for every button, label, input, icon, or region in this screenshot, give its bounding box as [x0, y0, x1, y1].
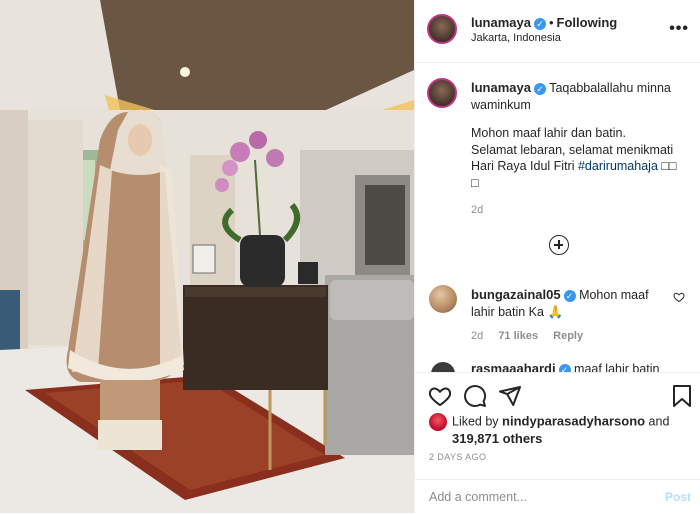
- caption-first-line: lunamaya ✓ Taqabbalallahu minna waminkum: [471, 80, 689, 113]
- post-header: lunamaya ✓ • Following Jakarta, Indonesia: [415, 0, 700, 63]
- reply-button[interactable]: Reply: [553, 330, 583, 342]
- bookmark-icon[interactable]: [672, 384, 692, 408]
- post-actions: Liked by nindyparasadyharsono and 319,87…: [415, 372, 700, 513]
- comment-body: maaf lahir batin: [574, 362, 660, 372]
- likes-count-link[interactable]: 319,871 others: [429, 431, 699, 447]
- post-sidebar: lunamaya ✓ • Following Jakarta, Indonesia l…: [414, 0, 700, 513]
- username-link[interactable]: lunamaya: [471, 15, 531, 30]
- caption-body: Mohon maaf lahir dan batin. Selamat leba…: [471, 125, 689, 191]
- comment-meta: 2d 71 likes Reply: [471, 330, 595, 342]
- heart-icon[interactable]: [428, 384, 452, 408]
- commenter-avatar[interactable]: [429, 285, 457, 313]
- caption-line3: Selamat lebaran, selamat menikmati: [471, 142, 674, 157]
- liker-username-link[interactable]: nindyparasadyharsono: [502, 413, 645, 428]
- verified-badge-icon: ✓: [563, 289, 576, 302]
- post-date: 2 DAYS AGO: [429, 452, 487, 462]
- add-comment-bar: Add a comment... Post: [415, 479, 700, 515]
- comment-icon[interactable]: [463, 384, 487, 408]
- add-comment-input[interactable]: Add a comment...: [429, 490, 527, 504]
- more-options-icon[interactable]: •••: [669, 20, 689, 38]
- avatar[interactable]: [427, 14, 457, 44]
- verified-badge-icon: ✓: [533, 17, 546, 30]
- caption-username-link[interactable]: lunamaya: [471, 80, 531, 95]
- comment-text: rasmaaahardi ✓ maaf lahir batin: [471, 361, 660, 372]
- following-button[interactable]: Following: [557, 15, 618, 30]
- share-icon[interactable]: [498, 384, 522, 408]
- caption-line4: Hari Raya Idul Fitri: [471, 159, 578, 173]
- caption-line2: Mohon maaf lahir dan batin.: [471, 126, 626, 140]
- post-comment-button[interactable]: Post: [665, 490, 691, 504]
- likes-summary: Liked by nindyparasadyharsono and 319,87…: [429, 413, 699, 447]
- comment-likes-link[interactable]: 71 likes: [498, 330, 538, 342]
- commenter-username-link[interactable]: rasmaaahardi: [471, 361, 556, 372]
- liker-avatar[interactable]: [429, 413, 447, 431]
- separator: •: [548, 15, 554, 30]
- caption-emoji-tail: □□: [657, 159, 677, 173]
- photo-illustration: [0, 0, 414, 513]
- avatar[interactable]: [427, 78, 457, 108]
- liked-by-prefix: Liked by: [452, 414, 503, 429]
- hashtag-link[interactable]: #darirumahaja: [578, 159, 658, 173]
- comment-item: bungazainal05 ✓ Mohon maaf lahir batin Ka…: [415, 282, 700, 352]
- comment-age: 2d: [471, 330, 484, 342]
- caption-age: 2d: [471, 204, 484, 216]
- commenter-avatar[interactable]: [431, 362, 455, 372]
- post-photo[interactable]: [0, 0, 414, 513]
- comment-text: bungazainal05 ✓ Mohon maaf lahir batin Ka…: [471, 287, 667, 320]
- pray-emoji: 🙏: [547, 304, 564, 319]
- verified-badge-icon: ✓: [533, 82, 546, 95]
- comment-item: rasmaaahardi ✓ maaf lahir batin: [415, 358, 700, 372]
- caption-emoji-line: □: [471, 175, 479, 190]
- plus-circle-icon[interactable]: [549, 235, 569, 255]
- liked-connector: and: [645, 414, 670, 429]
- caption-text: lunamaya ✓ Taqabbalallahu minna waminkum …: [471, 80, 689, 191]
- commenter-username-link[interactable]: bungazainal05: [471, 287, 561, 302]
- location-link[interactable]: Jakarta, Indonesia: [471, 32, 561, 44]
- instagram-post: lunamaya ✓ • Following Jakarta, Indonesia l…: [0, 0, 700, 513]
- verified-badge-icon: ✓: [558, 363, 571, 372]
- comment-like-heart-icon[interactable]: [673, 291, 685, 303]
- header-name-line: lunamaya ✓ • Following: [471, 15, 617, 30]
